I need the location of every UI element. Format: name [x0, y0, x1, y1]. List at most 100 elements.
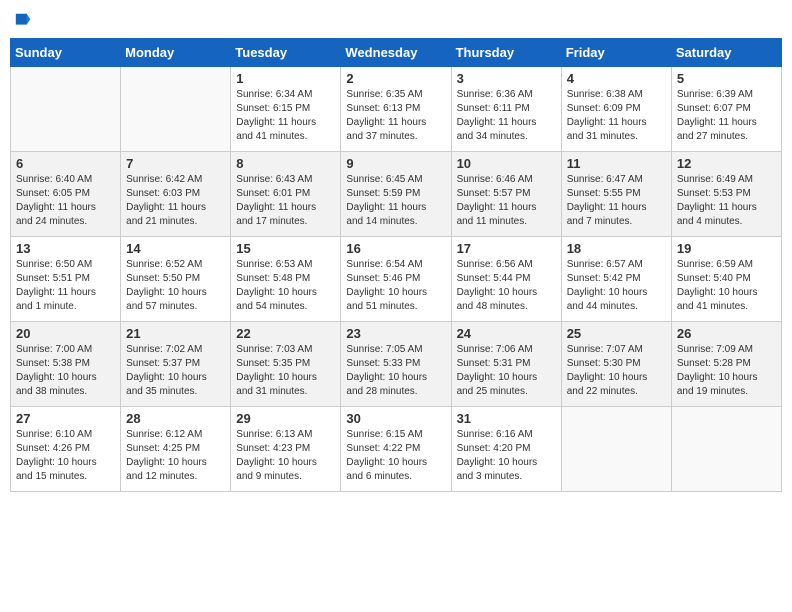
day-number: 16 — [346, 241, 445, 256]
calendar-cell: 24Sunrise: 7:06 AM Sunset: 5:31 PM Dayli… — [451, 322, 561, 407]
calendar-cell: 20 Sunrise: 7:00 AM Sunset: 5:38 PM Dayli… — [11, 322, 121, 407]
calendar-cell: 23Sunrise: 7:05 AM Sunset: 5:33 PM Dayli… — [341, 322, 451, 407]
day-info: Sunrise: 7:06 AM Sunset: 5:31 PM Dayligh… — [457, 343, 556, 399]
calendar-cell — [561, 407, 671, 492]
day-info: Sunrise: 6:34 AM Sunset: 6:15 PM Dayligh… — [236, 88, 335, 144]
day-info: Sunrise: 6:42 AM Sunset: 6:03 PM Dayligh… — [126, 173, 225, 229]
calendar-cell: 13 Sunrise: 6:50 AM Sunset: 5:51 PM Dayli… — [11, 237, 121, 322]
day-info: Sunrise: 6:36 AM Sunset: 6:11 PM Dayligh… — [457, 88, 556, 144]
calendar-cell: 16 Sunrise: 6:54 AM Sunset: 5:46 PM Dayli… — [341, 237, 451, 322]
calendar-cell — [121, 67, 231, 152]
weekday-header-thursday: Thursday — [451, 39, 561, 67]
day-number: 1 — [236, 71, 335, 86]
calendar-cell: 15Sunrise: 6:53 AM Sunset: 5:48 PM Dayli… — [231, 237, 341, 322]
day-info: Sunrise: 6:45 AM Sunset: 5:59 PM Dayligh… — [346, 173, 445, 229]
day-info: Sunrise: 6:57 AM Sunset: 5:42 PM Dayligh… — [567, 258, 666, 314]
day-number: 18 — [567, 241, 666, 256]
weekday-header-row: SundayMondayTuesdayWednesdayThursdayFrid… — [11, 39, 782, 67]
calendar-cell: 12 Sunrise: 6:49 AM Sunset: 5:53 PM Dayli… — [671, 152, 781, 237]
calendar-cell: 1 Sunrise: 6:34 AM Sunset: 6:15 PM Daylig… — [231, 67, 341, 152]
calendar-cell: 28 Sunrise: 6:12 AM Sunset: 4:25 PM Dayli… — [121, 407, 231, 492]
day-info: Sunrise: 6:39 AM Sunset: 6:07 PM Dayligh… — [677, 88, 776, 144]
calendar-cell: 25Sunrise: 7:07 AM Sunset: 5:30 PM Dayli… — [561, 322, 671, 407]
day-number: 6 — [16, 156, 115, 171]
day-info: Sunrise: 6:54 AM Sunset: 5:46 PM Dayligh… — [346, 258, 445, 314]
day-number: 28 — [126, 411, 225, 426]
day-number: 20 — [16, 326, 115, 341]
day-info: Sunrise: 7:03 AM Sunset: 5:35 PM Dayligh… — [236, 343, 335, 399]
day-info: Sunrise: 6:53 AM Sunset: 5:48 PM Dayligh… — [236, 258, 335, 314]
day-number: 22 — [236, 326, 335, 341]
page-header — [10, 10, 782, 32]
day-info: Sunrise: 6:40 AM Sunset: 6:05 PM Dayligh… — [16, 173, 115, 229]
calendar-cell: 22 Sunrise: 7:03 AM Sunset: 5:35 PM Dayli… — [231, 322, 341, 407]
day-number: 4 — [567, 71, 666, 86]
day-number: 3 — [457, 71, 556, 86]
calendar-cell: 8 Sunrise: 6:43 AM Sunset: 6:01 PM Daylig… — [231, 152, 341, 237]
day-number: 10 — [457, 156, 556, 171]
day-number: 5 — [677, 71, 776, 86]
calendar-cell: 27 Sunrise: 6:10 AM Sunset: 4:26 PM Dayli… — [11, 407, 121, 492]
calendar-cell: 10 Sunrise: 6:46 AM Sunset: 5:57 PM Dayli… — [451, 152, 561, 237]
calendar-cell: 30 Sunrise: 6:15 AM Sunset: 4:22 PM Dayli… — [341, 407, 451, 492]
calendar-cell — [671, 407, 781, 492]
day-number: 19 — [677, 241, 776, 256]
calendar-cell: 6 Sunrise: 6:40 AM Sunset: 6:05 PM Daylig… — [11, 152, 121, 237]
calendar-cell: 21 Sunrise: 7:02 AM Sunset: 5:37 PM Dayli… — [121, 322, 231, 407]
day-number: 13 — [16, 241, 115, 256]
calendar-cell: 17 Sunrise: 6:56 AM Sunset: 5:44 PM Dayli… — [451, 237, 561, 322]
calendar-cell: 19 Sunrise: 6:59 AM Sunset: 5:40 PM Dayli… — [671, 237, 781, 322]
calendar-cell: 7 Sunrise: 6:42 AM Sunset: 6:03 PM Daylig… — [121, 152, 231, 237]
calendar-cell: 14Sunrise: 6:52 AM Sunset: 5:50 PM Dayli… — [121, 237, 231, 322]
calendar-cell: 3 Sunrise: 6:36 AM Sunset: 6:11 PM Daylig… — [451, 67, 561, 152]
weekday-header-friday: Friday — [561, 39, 671, 67]
day-info: Sunrise: 6:16 AM Sunset: 4:20 PM Dayligh… — [457, 428, 556, 484]
day-number: 14 — [126, 241, 225, 256]
day-number: 17 — [457, 241, 556, 256]
calendar-cell: 26 Sunrise: 7:09 AM Sunset: 5:28 PM Dayli… — [671, 322, 781, 407]
day-info: Sunrise: 7:00 AM Sunset: 5:38 PM Dayligh… — [16, 343, 115, 399]
day-info: Sunrise: 7:07 AM Sunset: 5:30 PM Dayligh… — [567, 343, 666, 399]
day-info: Sunrise: 6:59 AM Sunset: 5:40 PM Dayligh… — [677, 258, 776, 314]
day-number: 7 — [126, 156, 225, 171]
weekday-header-wednesday: Wednesday — [341, 39, 451, 67]
weekday-header-sunday: Sunday — [11, 39, 121, 67]
calendar-table: SundayMondayTuesdayWednesdayThursdayFrid… — [10, 38, 782, 492]
day-number: 11 — [567, 156, 666, 171]
calendar-cell: 31 Sunrise: 6:16 AM Sunset: 4:20 PM Dayli… — [451, 407, 561, 492]
day-info: Sunrise: 6:47 AM Sunset: 5:55 PM Dayligh… — [567, 173, 666, 229]
calendar-cell: 4Sunrise: 6:38 AM Sunset: 6:09 PM Daylig… — [561, 67, 671, 152]
day-info: Sunrise: 7:02 AM Sunset: 5:37 PM Dayligh… — [126, 343, 225, 399]
day-info: Sunrise: 6:46 AM Sunset: 5:57 PM Dayligh… — [457, 173, 556, 229]
day-number: 29 — [236, 411, 335, 426]
day-number: 12 — [677, 156, 776, 171]
day-info: Sunrise: 7:09 AM Sunset: 5:28 PM Dayligh… — [677, 343, 776, 399]
logo-icon — [14, 10, 32, 32]
calendar-cell: 18 Sunrise: 6:57 AM Sunset: 5:42 PM Dayli… — [561, 237, 671, 322]
day-info: Sunrise: 6:43 AM Sunset: 6:01 PM Dayligh… — [236, 173, 335, 229]
day-info: Sunrise: 6:10 AM Sunset: 4:26 PM Dayligh… — [16, 428, 115, 484]
weekday-header-monday: Monday — [121, 39, 231, 67]
calendar-week-row: 20 Sunrise: 7:00 AM Sunset: 5:38 PM Dayli… — [11, 322, 782, 407]
day-number: 21 — [126, 326, 225, 341]
day-info: Sunrise: 6:15 AM Sunset: 4:22 PM Dayligh… — [346, 428, 445, 484]
calendar-cell: 11 Sunrise: 6:47 AM Sunset: 5:55 PM Dayli… — [561, 152, 671, 237]
day-number: 26 — [677, 326, 776, 341]
calendar-cell — [11, 67, 121, 152]
logo — [14, 10, 34, 32]
day-info: Sunrise: 6:49 AM Sunset: 5:53 PM Dayligh… — [677, 173, 776, 229]
day-number: 8 — [236, 156, 335, 171]
day-info: Sunrise: 6:56 AM Sunset: 5:44 PM Dayligh… — [457, 258, 556, 314]
day-info: Sunrise: 6:13 AM Sunset: 4:23 PM Dayligh… — [236, 428, 335, 484]
day-number: 27 — [16, 411, 115, 426]
day-info: Sunrise: 7:05 AM Sunset: 5:33 PM Dayligh… — [346, 343, 445, 399]
day-number: 31 — [457, 411, 556, 426]
day-number: 30 — [346, 411, 445, 426]
weekday-header-saturday: Saturday — [671, 39, 781, 67]
day-info: Sunrise: 6:50 AM Sunset: 5:51 PM Dayligh… — [16, 258, 115, 314]
day-info: Sunrise: 6:35 AM Sunset: 6:13 PM Dayligh… — [346, 88, 445, 144]
day-info: Sunrise: 6:12 AM Sunset: 4:25 PM Dayligh… — [126, 428, 225, 484]
day-number: 9 — [346, 156, 445, 171]
calendar-week-row: 1 Sunrise: 6:34 AM Sunset: 6:15 PM Daylig… — [11, 67, 782, 152]
calendar-week-row: 27 Sunrise: 6:10 AM Sunset: 4:26 PM Dayli… — [11, 407, 782, 492]
